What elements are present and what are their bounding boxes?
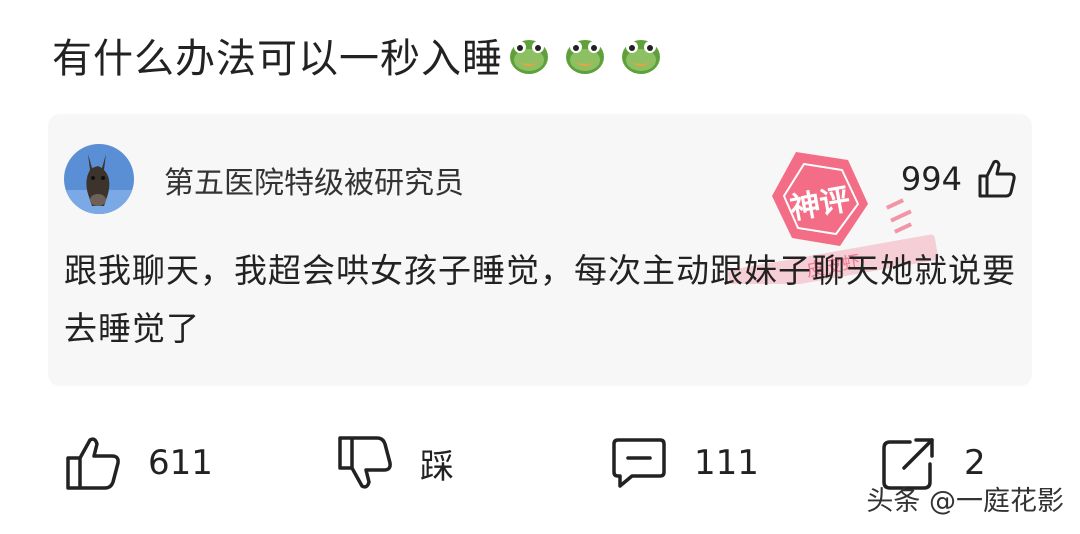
comment-like-count: 994 (900, 160, 962, 198)
thumbs-down-icon (338, 436, 392, 489)
donkey-avatar-icon (64, 144, 134, 214)
comment-like-button[interactable]: 994 (901, 158, 1018, 200)
avatar[interactable] (64, 144, 134, 214)
comment-text: 跟我聊天，我超会哄女孩子睡觉，每次主动跟妹子聊天她就说要去睡觉了 (64, 251, 1016, 348)
comment-username[interactable]: 第五医院特级被研究员 (164, 158, 464, 202)
question-title-row: 有什么办法可以一秒入睡 (52, 24, 663, 86)
thumbs-up-icon (66, 437, 120, 490)
frog-face-emoji-icon (622, 40, 660, 74)
watermark: 头条 @一庭花影 (866, 486, 1064, 517)
thumbs-up-icon (978, 159, 1016, 198)
dislike-button[interactable]: 踩 (336, 434, 454, 492)
share-count: 2 (964, 443, 986, 483)
emoji-row (507, 33, 663, 77)
top-comment-card[interactable]: 第五医院特级被研究员 神评 皮皮虾 994 跟我聊天，我超会哄女孩子睡觉，每次主… (48, 114, 1032, 386)
comment-button[interactable]: 111 (610, 434, 759, 492)
question-title: 有什么办法可以一秒入睡 (52, 36, 503, 82)
frog-face-emoji-icon (566, 40, 604, 74)
frog-face-emoji-icon (510, 40, 548, 74)
like-button[interactable]: 611 (64, 434, 213, 492)
comment-count: 111 (694, 443, 759, 483)
comment-bubble-icon (612, 438, 666, 488)
dislike-label: 踩 (420, 446, 454, 487)
like-count: 611 (148, 443, 213, 483)
